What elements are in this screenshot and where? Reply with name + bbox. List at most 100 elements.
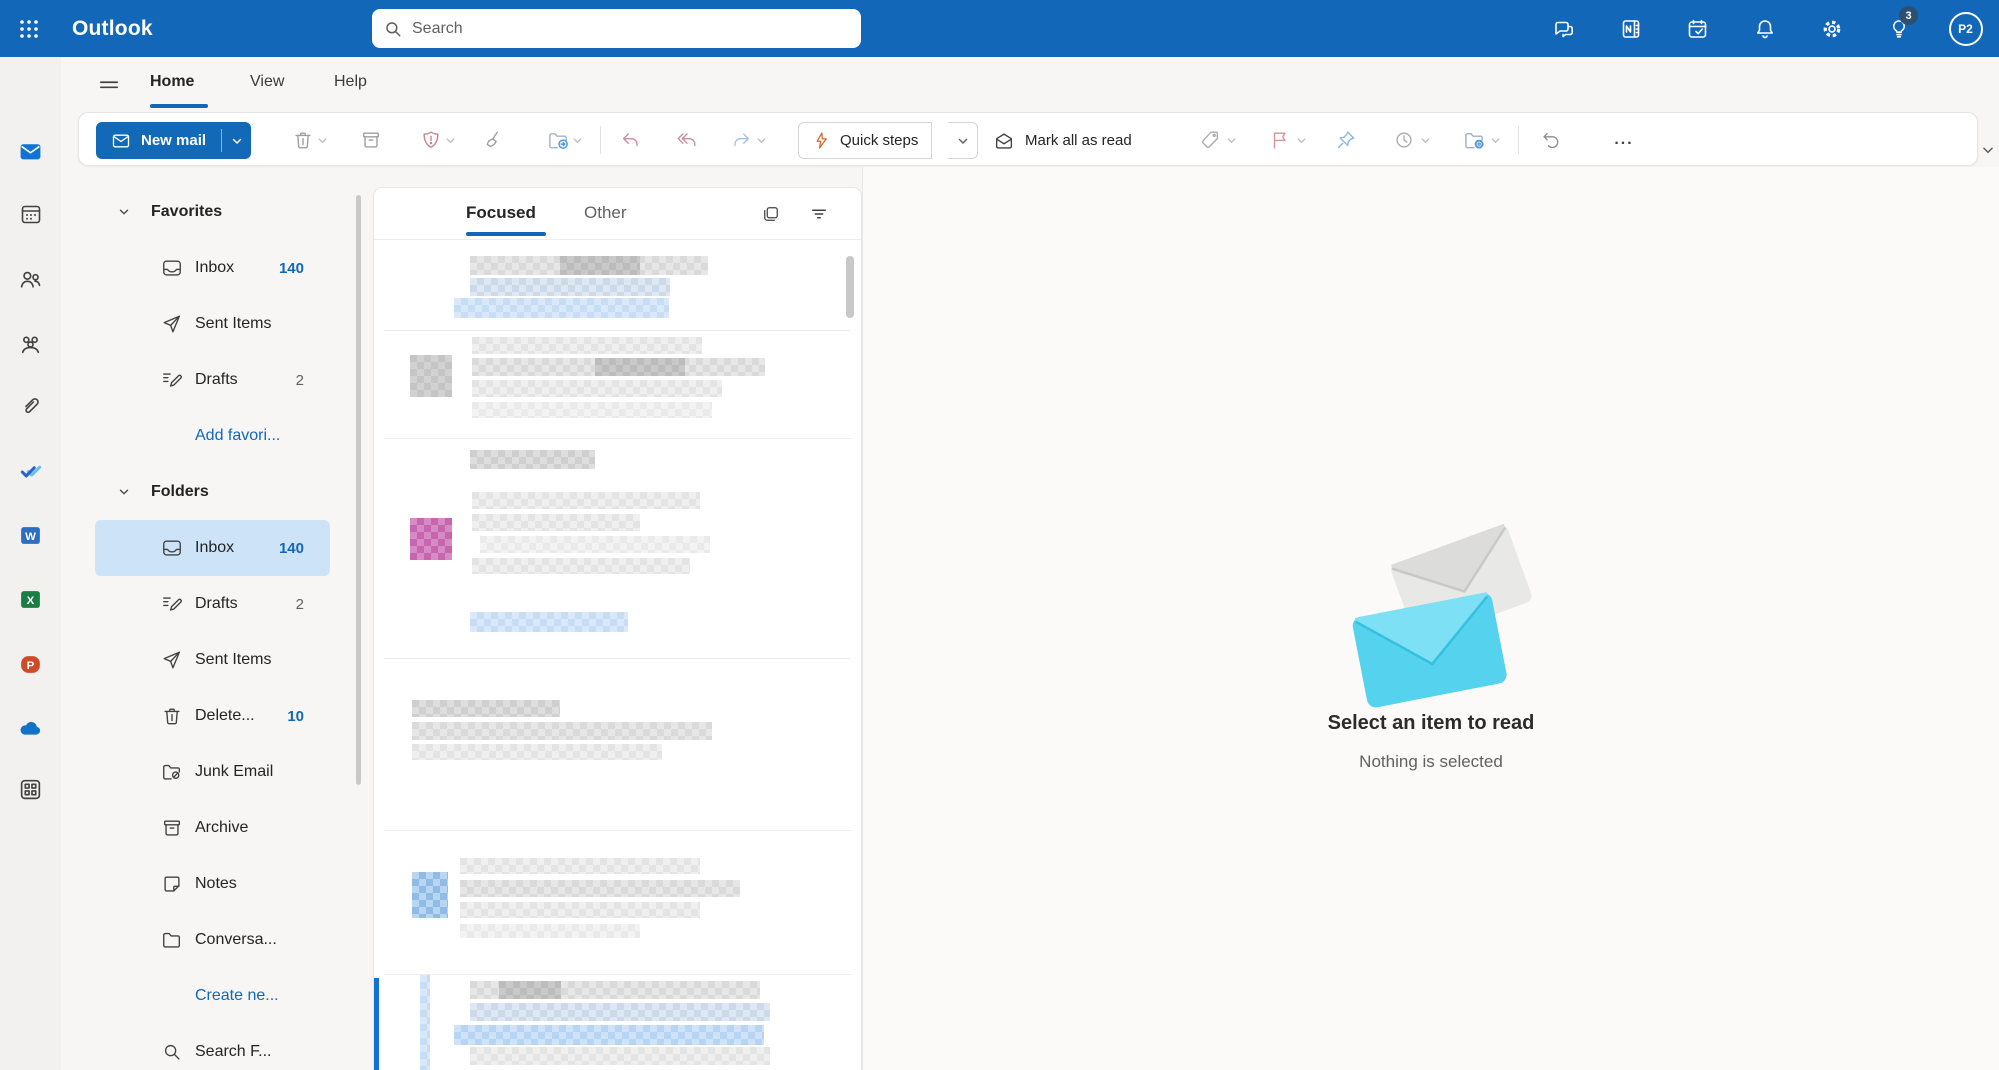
pin-button[interactable] <box>1330 124 1362 156</box>
chevron-down-icon <box>117 485 131 499</box>
rail-word[interactable]: W <box>11 515 51 555</box>
teams-chat-button[interactable] <box>1530 0 1597 57</box>
folder-junk-email[interactable]: Junk Email <box>95 744 330 800</box>
delete-dropdown-chevron[interactable] <box>315 134 329 146</box>
rail-calendar[interactable] <box>11 194 51 234</box>
list-group-header[interactable] <box>374 439 861 479</box>
flag-dropdown-chevron[interactable] <box>1294 134 1308 146</box>
top-bar: Outlook <box>0 0 1999 57</box>
create-new-folder-link[interactable]: Create ne... <box>95 968 330 1024</box>
message-list-scrollbar[interactable] <box>846 256 854 318</box>
undo-button[interactable] <box>1535 124 1567 156</box>
folder-pane: Favorites Inbox 140 Sent Items Drafts 2 … <box>61 170 372 1070</box>
redacted-text <box>460 858 700 874</box>
tab-other[interactable]: Other <box>584 188 627 238</box>
filter-button[interactable] <box>807 202 831 226</box>
rail-more-apps[interactable] <box>11 769 51 809</box>
reply-all-icon <box>676 129 698 151</box>
redacted-text <box>472 514 640 531</box>
drafts-icon <box>161 593 183 615</box>
folder-conversation-history[interactable]: Conversa... <box>95 912 330 968</box>
myday-button[interactable] <box>1664 0 1731 57</box>
collapse-ribbon-chevron[interactable] <box>1978 140 1998 160</box>
categorize-button[interactable] <box>1194 124 1226 156</box>
rail-people[interactable] <box>11 259 51 299</box>
settings-button[interactable] <box>1798 0 1865 57</box>
folders-header[interactable]: Folders <box>61 464 372 520</box>
reply-button[interactable] <box>615 124 647 156</box>
snooze-dropdown-chevron[interactable] <box>1418 134 1432 146</box>
move-to-dropdown-chevron[interactable] <box>570 134 584 146</box>
folder-deleted-items[interactable]: Delete... 10 <box>95 688 330 744</box>
notifications-button[interactable] <box>1731 0 1798 57</box>
folder-pane-scrollbar[interactable] <box>356 195 361 785</box>
new-mail-button[interactable]: New mail <box>96 122 251 159</box>
tab-help[interactable]: Help <box>334 57 367 107</box>
favorites-header[interactable]: Favorites <box>61 184 372 240</box>
folder-favorites-inbox[interactable]: Inbox 140 <box>95 240 330 296</box>
rail-files[interactable] <box>11 386 51 426</box>
categorize-dropdown-chevron[interactable] <box>1224 134 1238 146</box>
folder-favorites-sent[interactable]: Sent Items <box>95 296 330 352</box>
tab-home[interactable]: Home <box>150 57 194 107</box>
add-favorite-link[interactable]: Add favori... <box>95 408 330 464</box>
tab-view[interactable]: View <box>250 57 284 107</box>
quick-steps-dropdown[interactable] <box>948 122 978 159</box>
calendar-check-icon <box>1686 17 1710 41</box>
outlook-window: Outlook <box>0 0 1999 1070</box>
rail-groups[interactable] <box>11 324 51 364</box>
email-list-item[interactable] <box>374 240 861 330</box>
tab-focused[interactable]: Focused <box>466 188 536 238</box>
select-all-button[interactable] <box>759 202 783 226</box>
toolbar-divider <box>1518 126 1519 154</box>
folder-search-folders[interactable]: Search F... <box>95 1024 330 1070</box>
new-mail-dropdown[interactable] <box>222 122 251 159</box>
account-button[interactable]: P2 <box>1932 0 1999 57</box>
app-rail: W X P <box>0 57 61 1070</box>
email-list-item[interactable] <box>374 831 861 974</box>
folder-inbox-selected[interactable]: Inbox 140 <box>95 520 330 576</box>
more-options-button[interactable]: ... <box>1607 124 1641 156</box>
forward-icon <box>730 129 752 151</box>
broom-icon <box>483 129 505 151</box>
report-dropdown-chevron[interactable] <box>443 134 457 146</box>
email-list-item[interactable] <box>374 975 861 1070</box>
rail-powerpoint[interactable]: P <box>11 644 51 684</box>
quick-steps-button[interactable]: Quick steps <box>798 122 932 159</box>
folder-archive[interactable]: Archive <box>95 800 330 856</box>
email-list-item[interactable] <box>374 660 861 830</box>
mark-all-read-button[interactable]: Mark all as read <box>985 122 1140 159</box>
email-list-item[interactable] <box>374 480 861 658</box>
reply-all-button[interactable] <box>671 124 703 156</box>
forward-button[interactable] <box>725 124 757 156</box>
redacted-text <box>472 492 700 509</box>
folder-drafts[interactable]: Drafts 2 <box>95 576 330 632</box>
redacted-text <box>454 1025 764 1045</box>
tips-button[interactable]: 3 <box>1865 0 1932 57</box>
rail-excel[interactable]: X <box>11 579 51 619</box>
rail-onedrive[interactable] <box>11 709 51 749</box>
rail-mail[interactable] <box>11 131 51 171</box>
snooze-button[interactable] <box>1388 124 1420 156</box>
rail-todo[interactable] <box>11 451 51 491</box>
archive-icon <box>161 817 183 839</box>
app-launcher-button[interactable] <box>8 8 50 50</box>
onenote-button[interactable] <box>1597 0 1664 57</box>
search-input[interactable] <box>412 20 849 38</box>
sweep-button[interactable] <box>478 124 510 156</box>
email-list-item[interactable] <box>374 331 861 438</box>
new-mail-main[interactable]: New mail <box>96 122 221 159</box>
people-icon <box>18 267 43 292</box>
forward-dropdown-chevron[interactable] <box>754 134 768 146</box>
nav-toggle-button[interactable] <box>92 68 126 102</box>
search-box[interactable] <box>372 9 861 48</box>
rules-dropdown-chevron[interactable] <box>1488 134 1502 146</box>
folder-favorites-drafts[interactable]: Drafts 2 <box>95 352 330 408</box>
folder-sent-items[interactable]: Sent Items <box>95 632 330 688</box>
archive-button[interactable] <box>355 124 387 156</box>
flag-button[interactable] <box>1264 124 1296 156</box>
rules-button[interactable] <box>1458 124 1490 156</box>
folder-notes[interactable]: Notes <box>95 856 330 912</box>
chevron-down-icon <box>1296 135 1307 146</box>
shield-alert-icon <box>420 129 442 151</box>
